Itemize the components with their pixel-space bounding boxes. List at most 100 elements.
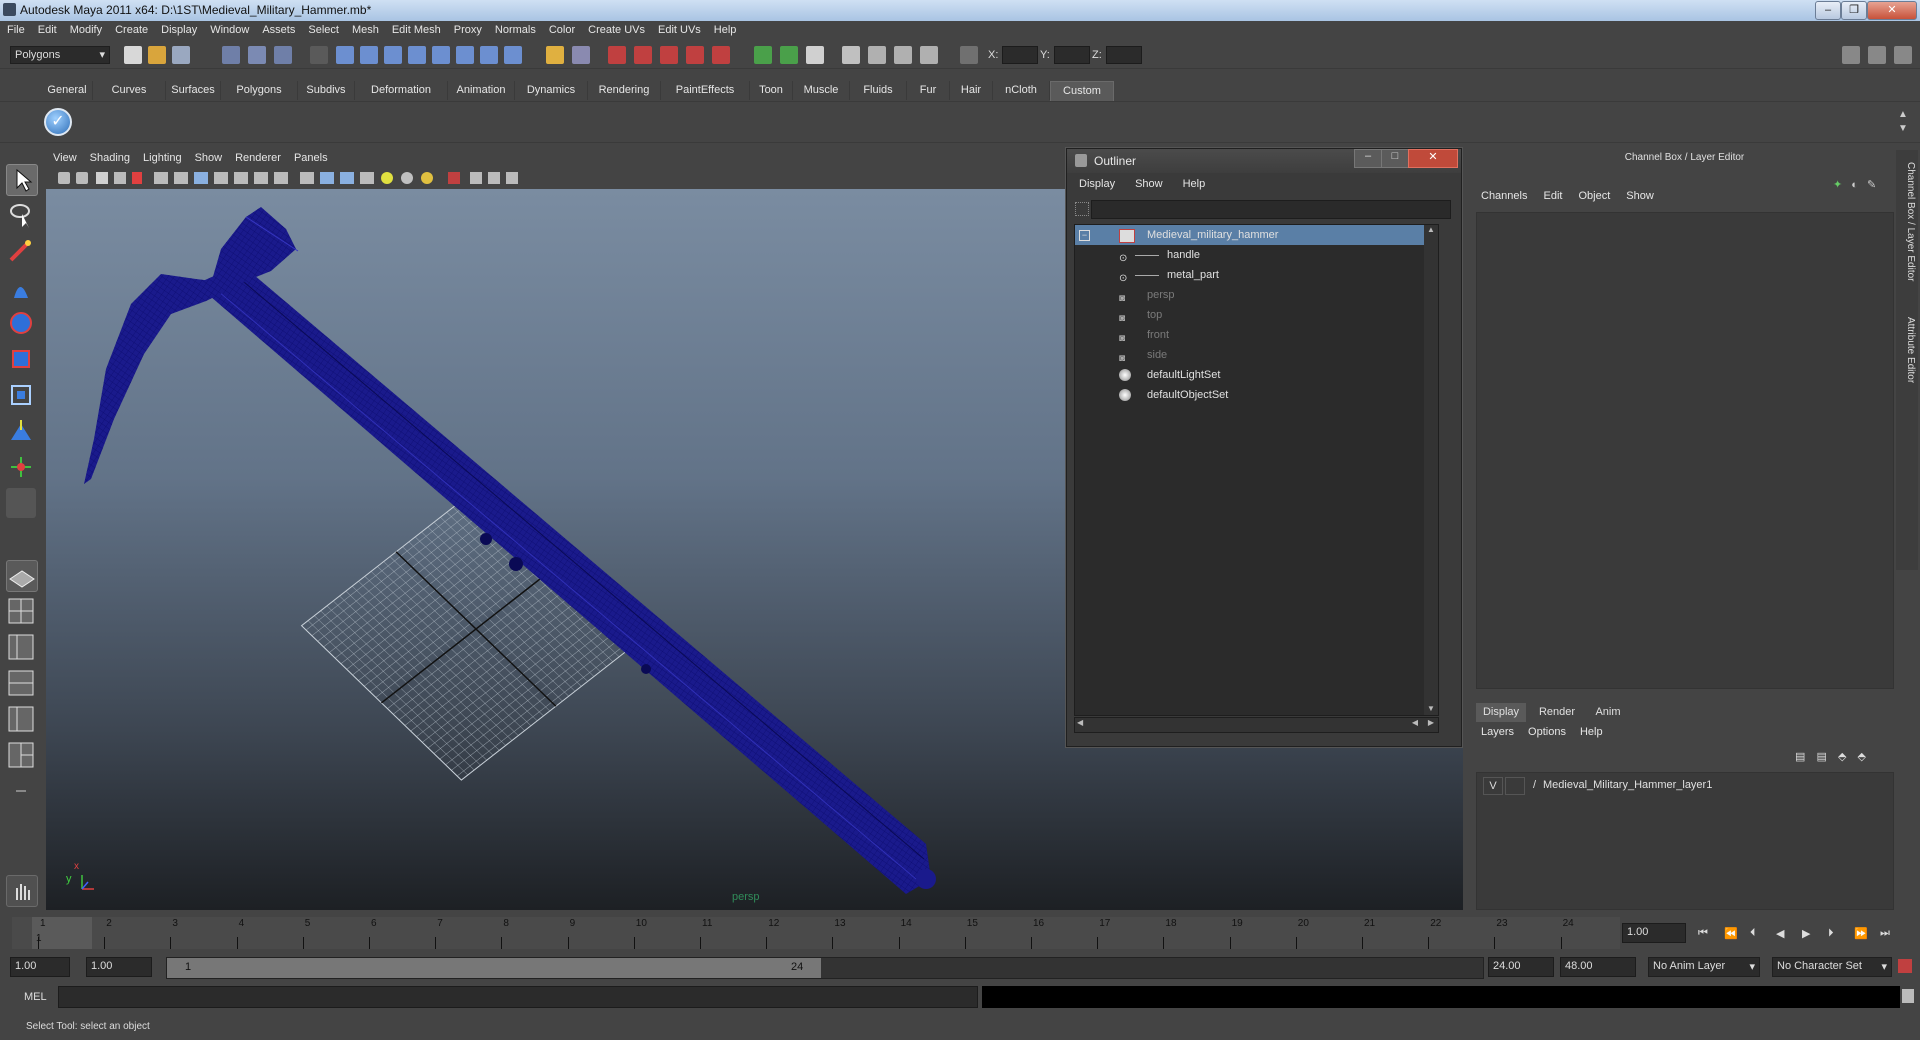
outliner-item[interactable]: ◙ top (1075, 305, 1438, 325)
step-back-key-icon[interactable]: ⏴ (1750, 927, 1764, 941)
scroll-up-arrow-icon[interactable]: ▲ (1424, 225, 1438, 234)
shelf-tab-curves[interactable]: Curves (93, 81, 166, 100)
scene-hand-icon[interactable] (6, 875, 38, 907)
scroll-right-arrow-icon[interactable]: ▶ (1428, 718, 1434, 727)
layer-visibility-toggle[interactable]: V (1483, 777, 1503, 795)
range-slider-track[interactable]: 1 24 (166, 957, 1484, 979)
viewport-menu-panels[interactable]: Panels (287, 148, 334, 164)
construction-history-icon[interactable] (806, 46, 824, 64)
scroll-left-arrow-icon[interactable]: ◀ (1412, 718, 1418, 727)
snap-to-grids-icon[interactable] (608, 46, 626, 64)
menu-edit-mesh[interactable]: Edit Mesh (385, 21, 447, 36)
ipr-render-icon[interactable] (894, 46, 912, 64)
step-forward-frame-icon[interactable]: ⏩ (1854, 927, 1868, 941)
pick-dynamics-icon[interactable] (456, 46, 474, 64)
scroll-left-arrow-icon[interactable]: ◀ (1077, 718, 1083, 727)
shelf-tab-animation[interactable]: Animation (448, 81, 515, 100)
step-back-frame-icon[interactable]: ⏪ (1724, 927, 1738, 941)
persp-outliner-layout-icon[interactable] (6, 632, 36, 662)
hypershade-persp-layout-icon[interactable] (6, 704, 36, 734)
viewport-menu-renderer[interactable]: Renderer (228, 148, 287, 164)
shelf-tab-toon[interactable]: Toon (750, 81, 793, 100)
layer-tab-render[interactable]: Render (1532, 703, 1582, 722)
cb-menu-channels[interactable]: Channels (1473, 190, 1535, 202)
layer-menu-options[interactable]: Options (1520, 726, 1572, 738)
soft-modification-icon[interactable] (6, 416, 36, 446)
output-ops-icon[interactable] (780, 46, 798, 64)
shelf-tab-painteffects[interactable]: PaintEffects (661, 81, 750, 100)
shelf-tab-ncloth[interactable]: nCloth (993, 81, 1050, 100)
pick-deformations-icon[interactable] (432, 46, 450, 64)
single-perspective-layout-icon[interactable] (6, 560, 38, 592)
custom-layout-icon[interactable] (6, 776, 36, 806)
outliner-item[interactable]: defaultLightSet (1075, 365, 1438, 385)
pick-joints-icon[interactable] (360, 46, 378, 64)
shelf-tab-subdivs[interactable]: Subdivs (298, 81, 355, 100)
save-scene-icon[interactable] (172, 46, 190, 64)
move-up-layer-icon[interactable]: ⬘ (1838, 751, 1846, 763)
outliner-menu-display[interactable]: Display (1067, 174, 1123, 190)
show-channel-box-icon[interactable] (1894, 46, 1912, 64)
snap-to-points-icon[interactable] (660, 46, 678, 64)
command-language-label[interactable]: MEL (24, 991, 47, 1003)
pick-rendering-icon[interactable] (480, 46, 498, 64)
new-scene-icon[interactable] (124, 46, 142, 64)
menu-select[interactable]: Select (301, 21, 345, 36)
persp-graph-hypergraph-layout-icon[interactable] (6, 740, 36, 770)
outliner-title-bar[interactable]: Outliner – □ ✕ (1067, 149, 1461, 173)
cb-menu-edit[interactable]: Edit (1535, 190, 1570, 202)
range-slider-bar[interactable]: 1 24 (167, 958, 821, 978)
menu-assets[interactable]: Assets (255, 21, 301, 36)
current-time-field[interactable]: 1.00 (1622, 923, 1686, 943)
step-forward-key-icon[interactable]: ⏵ (1828, 927, 1842, 941)
viewport-menu-show[interactable]: Show (188, 148, 229, 164)
shelf-tab-fur[interactable]: Fur (907, 81, 950, 100)
y-field[interactable] (1054, 46, 1090, 64)
last-tool-icon[interactable] (6, 488, 36, 518)
shelf-tab-dynamics[interactable]: Dynamics (515, 81, 588, 100)
layer-menu-layers[interactable]: Layers (1473, 726, 1520, 738)
shelf-tab-fluids[interactable]: Fluids (850, 81, 907, 100)
rotate-tool-icon[interactable] (6, 308, 36, 338)
paint-select-tool-icon[interactable] (6, 236, 36, 266)
layer-template-toggle[interactable] (1505, 777, 1525, 795)
side-tab-channel-box[interactable]: Channel Box / Layer Editor (1898, 154, 1916, 289)
menu-help[interactable]: Help (707, 21, 743, 36)
cb-menu-object[interactable]: Object (1570, 190, 1618, 202)
render-view-icon[interactable] (842, 46, 860, 64)
animation-end-time-field[interactable]: 48.00 (1560, 957, 1636, 977)
outliner-minimize-button[interactable]: – (1354, 149, 1382, 168)
four-view-layout-icon[interactable] (6, 596, 36, 626)
universal-manipulator-icon[interactable] (6, 380, 36, 410)
lock-selection-icon[interactable] (546, 46, 564, 64)
playback-start-time-field[interactable]: 1.00 (86, 957, 152, 977)
outliner-item[interactable]: ◙ persp (1075, 285, 1438, 305)
pick-misc-icon[interactable] (504, 46, 522, 64)
outliner-close-button[interactable]: ✕ (1408, 149, 1458, 168)
side-tab-attribute-editor[interactable]: Attribute Editor (1898, 310, 1916, 390)
close-button[interactable]: ✕ (1867, 1, 1917, 20)
go-to-start-icon[interactable]: ⏮ (1698, 927, 1712, 941)
snap-to-view-planes-icon[interactable] (686, 46, 704, 64)
shelf-tab-hair[interactable]: Hair (950, 81, 993, 100)
scale-tool-icon[interactable] (6, 344, 36, 374)
viewport-menu-lighting[interactable]: Lighting (136, 148, 188, 164)
outliner-item[interactable]: ⊙ handle (1075, 245, 1438, 265)
go-to-end-icon[interactable]: ⏭ (1880, 927, 1894, 941)
collapse-icon[interactable]: − (1079, 230, 1090, 241)
z-field[interactable] (1106, 46, 1142, 64)
input-ops-icon[interactable] (754, 46, 772, 64)
menu-modify[interactable]: Modify (63, 21, 108, 36)
render-settings-icon[interactable] (920, 46, 938, 64)
new-layer-empty-icon[interactable]: ▤ (1795, 751, 1805, 763)
pick-curves-icon[interactable] (384, 46, 402, 64)
layer-tab-anim[interactable]: Anim (1588, 703, 1628, 722)
persp-graph-layout-icon[interactable] (6, 668, 36, 698)
outliner-menu-help[interactable]: Help (1171, 174, 1214, 190)
minimize-button[interactable]: – (1815, 1, 1841, 20)
menu-proxy[interactable]: Proxy (447, 21, 488, 36)
menu-create[interactable]: Create (108, 21, 154, 36)
open-scene-icon[interactable] (148, 46, 166, 64)
menu-color[interactable]: Color (542, 21, 581, 36)
lasso-tool-icon[interactable] (6, 200, 36, 230)
